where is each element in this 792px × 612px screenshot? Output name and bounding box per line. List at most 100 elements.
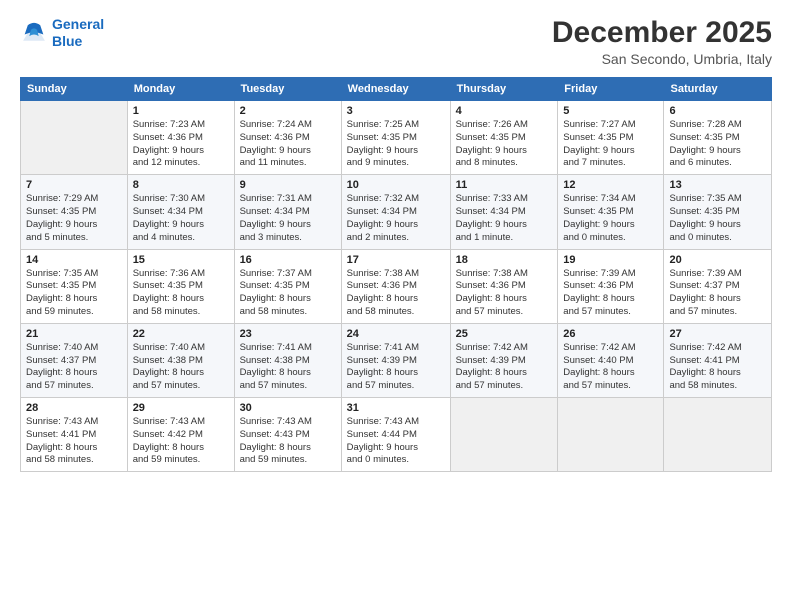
day-detail: Sunrise: 7:43 AM Sunset: 4:41 PM Dayligh… [26, 416, 122, 467]
calendar-cell: 28Sunrise: 7:43 AM Sunset: 4:41 PM Dayli… [21, 398, 128, 472]
day-detail: Sunrise: 7:43 AM Sunset: 4:42 PM Dayligh… [133, 416, 229, 467]
day-detail: Sunrise: 7:33 AM Sunset: 4:34 PM Dayligh… [456, 193, 553, 244]
day-detail: Sunrise: 7:39 AM Sunset: 4:36 PM Dayligh… [563, 268, 658, 319]
day-detail: Sunrise: 7:41 AM Sunset: 4:38 PM Dayligh… [240, 342, 336, 393]
day-detail: Sunrise: 7:37 AM Sunset: 4:35 PM Dayligh… [240, 268, 336, 319]
calendar-cell: 10 Sunrise: 7:32 AM Sunset: 4:34 PM Dayli… [341, 175, 450, 249]
day-number: 5 [563, 105, 658, 117]
calendar-cell: 6Sunrise: 7:28 AM Sunset: 4:35 PM Daylig… [664, 101, 772, 175]
day-number: 9 [240, 179, 336, 191]
calendar-cell: 16 Sunrise: 7:37 AM Sunset: 4:35 PM Dayli… [234, 249, 341, 323]
calendar-cell: 31 Sunrise: 7:43 AM Sunset: 4:44 PM Dayli… [341, 398, 450, 472]
day-detail: Sunrise: 7:26 AM Sunset: 4:35 PM Dayligh… [456, 119, 553, 170]
day-number: 30 [240, 402, 336, 414]
calendar-cell: 24 Sunrise: 7:41 AM Sunset: 4:39 PM Dayli… [341, 323, 450, 397]
location: San Secondo, Umbria, Italy [552, 51, 772, 67]
day-number: 17 [347, 254, 445, 266]
calendar-cell: 25Sunrise: 7:42 AM Sunset: 4:39 PM Dayli… [450, 323, 558, 397]
day-detail: Sunrise: 7:32 AM Sunset: 4:34 PM Dayligh… [347, 193, 445, 244]
calendar-cell: 1 Sunrise: 7:23 AM Sunset: 4:36 PM Daylig… [127, 101, 234, 175]
header-saturday: Saturday [664, 78, 772, 101]
calendar-week-row: 28Sunrise: 7:43 AM Sunset: 4:41 PM Dayli… [21, 398, 772, 472]
logo: General Blue [20, 16, 104, 50]
calendar-cell: 8 Sunrise: 7:30 AM Sunset: 4:34 PM Daylig… [127, 175, 234, 249]
day-detail: Sunrise: 7:43 AM Sunset: 4:44 PM Dayligh… [347, 416, 445, 467]
day-number: 14 [26, 254, 122, 266]
header-friday: Friday [558, 78, 664, 101]
day-number: 15 [133, 254, 229, 266]
day-number: 10 [347, 179, 445, 191]
day-detail: Sunrise: 7:38 AM Sunset: 4:36 PM Dayligh… [347, 268, 445, 319]
calendar-cell [450, 398, 558, 472]
calendar-cell: 30Sunrise: 7:43 AM Sunset: 4:43 PM Dayli… [234, 398, 341, 472]
calendar-cell: 19 Sunrise: 7:39 AM Sunset: 4:36 PM Dayli… [558, 249, 664, 323]
day-number: 24 [347, 328, 445, 340]
page: General Blue December 2025 San Secondo, … [0, 0, 792, 612]
day-number: 12 [563, 179, 658, 191]
day-detail: Sunrise: 7:42 AM Sunset: 4:39 PM Dayligh… [456, 342, 553, 393]
day-detail: Sunrise: 7:38 AM Sunset: 4:36 PM Dayligh… [456, 268, 553, 319]
day-detail: Sunrise: 7:42 AM Sunset: 4:40 PM Dayligh… [563, 342, 658, 393]
calendar-cell: 2Sunrise: 7:24 AM Sunset: 4:36 PM Daylig… [234, 101, 341, 175]
calendar-cell: 9 Sunrise: 7:31 AM Sunset: 4:34 PM Daylig… [234, 175, 341, 249]
day-number: 20 [669, 254, 766, 266]
day-number: 26 [563, 328, 658, 340]
day-number: 8 [133, 179, 229, 191]
day-detail: Sunrise: 7:41 AM Sunset: 4:39 PM Dayligh… [347, 342, 445, 393]
day-number: 19 [563, 254, 658, 266]
calendar-cell: 7Sunrise: 7:29 AM Sunset: 4:35 PM Daylig… [21, 175, 128, 249]
header-thursday: Thursday [450, 78, 558, 101]
day-detail: Sunrise: 7:29 AM Sunset: 4:35 PM Dayligh… [26, 193, 122, 244]
calendar-cell: 27Sunrise: 7:42 AM Sunset: 4:41 PM Dayli… [664, 323, 772, 397]
day-number: 2 [240, 105, 336, 117]
day-number: 31 [347, 402, 445, 414]
calendar-cell: 20Sunrise: 7:39 AM Sunset: 4:37 PM Dayli… [664, 249, 772, 323]
calendar-cell: 23Sunrise: 7:41 AM Sunset: 4:38 PM Dayli… [234, 323, 341, 397]
calendar-week-row: 14 Sunrise: 7:35 AM Sunset: 4:35 PM Dayli… [21, 249, 772, 323]
day-number: 4 [456, 105, 553, 117]
day-detail: Sunrise: 7:27 AM Sunset: 4:35 PM Dayligh… [563, 119, 658, 170]
calendar-week-row: 7Sunrise: 7:29 AM Sunset: 4:35 PM Daylig… [21, 175, 772, 249]
day-number: 6 [669, 105, 766, 117]
day-detail: Sunrise: 7:34 AM Sunset: 4:35 PM Dayligh… [563, 193, 658, 244]
calendar-cell: 22Sunrise: 7:40 AM Sunset: 4:38 PM Dayli… [127, 323, 234, 397]
title-block: December 2025 San Secondo, Umbria, Italy [552, 16, 772, 67]
day-number: 18 [456, 254, 553, 266]
calendar-cell: 5 Sunrise: 7:27 AM Sunset: 4:35 PM Daylig… [558, 101, 664, 175]
month-title: December 2025 [552, 16, 772, 49]
day-number: 27 [669, 328, 766, 340]
calendar-week-row: 1 Sunrise: 7:23 AM Sunset: 4:36 PM Daylig… [21, 101, 772, 175]
calendar-cell: 17 Sunrise: 7:38 AM Sunset: 4:36 PM Dayli… [341, 249, 450, 323]
day-number: 13 [669, 179, 766, 191]
header-wednesday: Wednesday [341, 78, 450, 101]
calendar-cell: 3 Sunrise: 7:25 AM Sunset: 4:35 PM Daylig… [341, 101, 450, 175]
day-detail: Sunrise: 7:36 AM Sunset: 4:35 PM Dayligh… [133, 268, 229, 319]
day-number: 11 [456, 179, 553, 191]
logo-icon [20, 19, 48, 47]
day-number: 3 [347, 105, 445, 117]
calendar-table: SundayMondayTuesdayWednesdayThursdayFrid… [20, 77, 772, 472]
day-detail: Sunrise: 7:23 AM Sunset: 4:36 PM Dayligh… [133, 119, 229, 170]
day-number: 1 [133, 105, 229, 117]
day-detail: Sunrise: 7:35 AM Sunset: 4:35 PM Dayligh… [26, 268, 122, 319]
calendar-cell: 11 Sunrise: 7:33 AM Sunset: 4:34 PM Dayli… [450, 175, 558, 249]
calendar-header-row: SundayMondayTuesdayWednesdayThursdayFrid… [21, 78, 772, 101]
day-number: 29 [133, 402, 229, 414]
day-detail: Sunrise: 7:25 AM Sunset: 4:35 PM Dayligh… [347, 119, 445, 170]
header-sunday: Sunday [21, 78, 128, 101]
logo-text: General Blue [52, 16, 104, 50]
calendar-cell [664, 398, 772, 472]
calendar-cell: 29 Sunrise: 7:43 AM Sunset: 4:42 PM Dayli… [127, 398, 234, 472]
calendar-cell: 26 Sunrise: 7:42 AM Sunset: 4:40 PM Dayli… [558, 323, 664, 397]
calendar-cell: 21Sunrise: 7:40 AM Sunset: 4:37 PM Dayli… [21, 323, 128, 397]
day-detail: Sunrise: 7:30 AM Sunset: 4:34 PM Dayligh… [133, 193, 229, 244]
calendar-cell: 15 Sunrise: 7:36 AM Sunset: 4:35 PM Dayli… [127, 249, 234, 323]
header-monday: Monday [127, 78, 234, 101]
header: General Blue December 2025 San Secondo, … [20, 16, 772, 67]
day-detail: Sunrise: 7:40 AM Sunset: 4:38 PM Dayligh… [133, 342, 229, 393]
day-detail: Sunrise: 7:31 AM Sunset: 4:34 PM Dayligh… [240, 193, 336, 244]
calendar-cell [558, 398, 664, 472]
day-detail: Sunrise: 7:40 AM Sunset: 4:37 PM Dayligh… [26, 342, 122, 393]
calendar-cell: 14 Sunrise: 7:35 AM Sunset: 4:35 PM Dayli… [21, 249, 128, 323]
day-number: 16 [240, 254, 336, 266]
